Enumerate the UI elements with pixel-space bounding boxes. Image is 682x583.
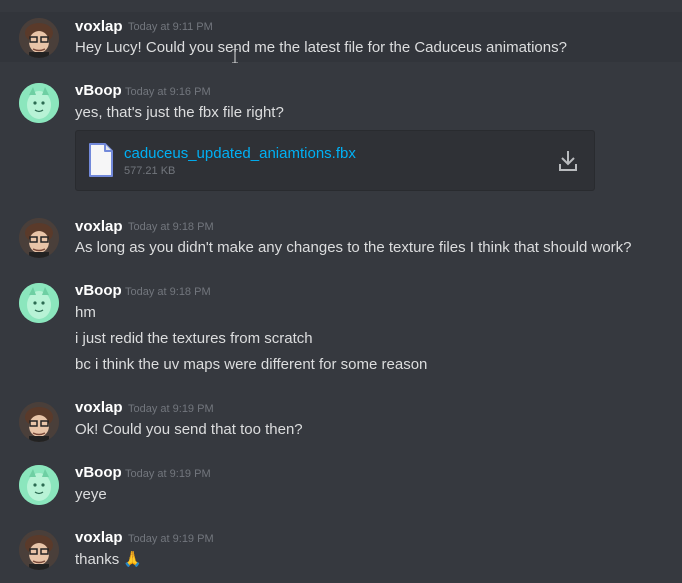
- message-timestamp: Today at 9:19 PM: [125, 468, 211, 480]
- message-text: i just redid the textures from scratch: [75, 330, 313, 347]
- attachment-filename-link[interactable]: caduceus_updated_aniamtions.fbx: [124, 145, 356, 162]
- message-timestamp: Today at 9:16 PM: [125, 86, 211, 98]
- message-author[interactable]: voxlap: [75, 218, 123, 236]
- avatar-vboop[interactable]: [19, 83, 59, 123]
- message-text: Hey Lucy! Could you send me the latest f…: [75, 39, 567, 56]
- avatar-vboop[interactable]: [19, 465, 59, 505]
- message-group: voxlap Today at 9:18 PM As long as you d…: [0, 216, 682, 266]
- message-text: yeye: [75, 486, 107, 503]
- message-text: thanks 🙏: [75, 551, 143, 568]
- file-attachment: caduceus_updated_aniamtions.fbx 577.21 K…: [75, 130, 595, 191]
- message-group: voxlap Today at 9:19 PM thanks 🙏: [0, 528, 682, 578]
- message-group: vBoop Today at 9:18 PM hm i just redid t…: [0, 281, 682, 381]
- message-author[interactable]: vBoop: [75, 82, 122, 100]
- message-timestamp: Today at 9:19 PM: [128, 533, 214, 545]
- avatar-voxlap[interactable]: [19, 530, 59, 570]
- message-author[interactable]: voxlap: [75, 399, 123, 417]
- avatar-vboop[interactable]: [19, 283, 59, 323]
- message-group: voxlap Today at 9:19 PM Ok! Could you se…: [0, 398, 682, 448]
- message-timestamp: Today at 9:11 PM: [128, 21, 213, 33]
- message-text: hm: [75, 304, 96, 321]
- message-group: vBoop Today at 9:19 PM yeye: [0, 463, 682, 513]
- message-text: yes, that's just the fbx file right?: [75, 104, 284, 121]
- avatar-voxlap[interactable]: [19, 402, 59, 442]
- message-text: Ok! Could you send that too then?: [75, 421, 303, 438]
- message-group: voxlap Today at 9:11 PM Hey Lucy! Could …: [0, 12, 682, 63]
- message-author[interactable]: voxlap: [75, 529, 123, 547]
- message-author[interactable]: vBoop: [75, 282, 122, 300]
- avatar-voxlap[interactable]: [19, 218, 59, 258]
- message-author[interactable]: vBoop: [75, 464, 122, 482]
- file-icon: [89, 143, 113, 177]
- attachment-filesize: 577.21 KB: [124, 165, 176, 177]
- download-icon[interactable]: [558, 150, 578, 172]
- message-timestamp: Today at 9:18 PM: [128, 221, 214, 233]
- text-cursor-icon: [232, 49, 238, 63]
- message-author[interactable]: voxlap: [75, 18, 123, 36]
- message-text: As long as you didn't make any changes t…: [75, 239, 632, 256]
- message-timestamp: Today at 9:18 PM: [125, 286, 211, 298]
- message-timestamp: Today at 9:19 PM: [128, 403, 214, 415]
- message-text: bc i think the uv maps were different fo…: [75, 356, 428, 373]
- avatar-voxlap[interactable]: [19, 18, 59, 58]
